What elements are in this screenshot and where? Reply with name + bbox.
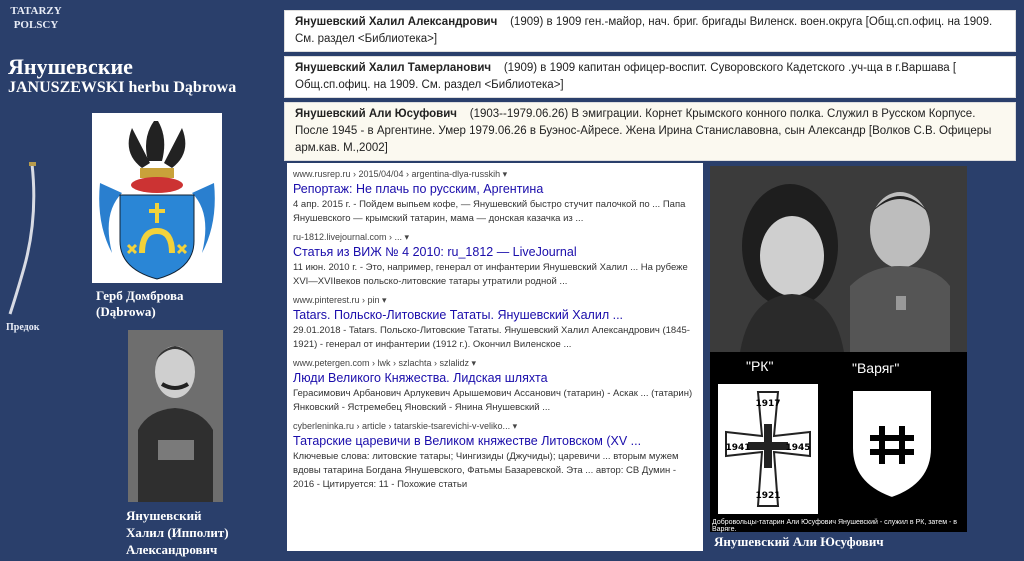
result-url[interactable]: cyberleninka.ru › article › tatarskie-ts… bbox=[293, 421, 697, 432]
varyag-shield-badge bbox=[851, 389, 933, 500]
khalil-portrait-photo bbox=[128, 330, 223, 502]
result-title-link[interactable]: Люди Великого Княжества. Лидская шляхта bbox=[293, 371, 697, 385]
search-result: cyberleninka.ru › article › tatarskie-ts… bbox=[287, 421, 703, 492]
sabre-image bbox=[8, 162, 36, 315]
search-result: www.petergen.com › lwk › szlachta › szla… bbox=[287, 358, 703, 415]
result-title-link[interactable]: Репортаж: Не плачь по русским, Аргентина bbox=[293, 182, 697, 196]
result-snippet: 29.01.2018 - Tatars. Польско-Литовские Т… bbox=[293, 325, 690, 350]
portrait-caption-line2: Халил (Ипполит) bbox=[126, 525, 229, 540]
result-snippet: 11 июн. 2010 г. - Это, например, генерал… bbox=[293, 262, 688, 287]
result-snippet: Герасимович Арбанович Арлукевич Арышемов… bbox=[293, 388, 693, 413]
rk-cross-badge: 1917 1941 1945 1921 bbox=[718, 384, 818, 514]
portrait-caption-line1: Янушевский bbox=[126, 508, 202, 523]
badges-caption: Добровольцы-татарин Али Юсуфович Янушевс… bbox=[712, 519, 957, 533]
header-line1: TATARZY bbox=[10, 5, 62, 17]
coat-of-arms-caption: Герб Домброва (Dąbrowa) bbox=[96, 288, 184, 320]
coat-caption-line2: (Dąbrowa) bbox=[96, 304, 156, 319]
khalil-portrait-caption: Янушевский Халил (Ипполит) Александрович bbox=[126, 507, 229, 558]
search-result: ru-1812.livejournal.com › ... ▾ Статья и… bbox=[287, 232, 703, 289]
note-khalil-tamerlanovich: Янушевский Халил Тамерланович (1909) в 1… bbox=[284, 56, 1016, 98]
family-title: Янушевские bbox=[8, 54, 133, 79]
cross-year-top: 1917 bbox=[755, 399, 780, 409]
result-url[interactable]: www.petergen.com › lwk › szlachta › szla… bbox=[293, 358, 697, 369]
family-subtitle: JANUSZEWSKI herbu Dąbrowa bbox=[8, 79, 237, 96]
result-title-link[interactable]: Статья из ВИЖ № 4 2010: ru_1812 — LiveJo… bbox=[293, 245, 697, 259]
result-url[interactable]: www.pinterest.ru › pin ▾ bbox=[293, 295, 697, 306]
cross-year-left: 1941 bbox=[725, 443, 750, 453]
header-line2: POLSCY bbox=[13, 19, 59, 31]
portrait-caption-line3: Александрович bbox=[126, 542, 218, 557]
result-title-link[interactable]: Tatars. Польско-Литовские Тататы. Янушев… bbox=[293, 308, 697, 322]
result-url[interactable]: ru-1812.livejournal.com › ... ▾ bbox=[293, 232, 697, 243]
couple-photo bbox=[710, 166, 967, 352]
coat-of-arms-image bbox=[92, 113, 222, 283]
badges-panel: "РК" "Варяг" 1917 1941 1945 1921 bbox=[710, 352, 967, 532]
varyag-badge-label: "Варяг" bbox=[852, 360, 900, 376]
search-result: www.pinterest.ru › pin ▾ Tatars. Польско… bbox=[287, 295, 703, 352]
search-results-panel: www.rusrep.ru › 2015/04/04 › argentina-d… bbox=[287, 163, 703, 551]
cross-year-right: 1945 bbox=[785, 443, 810, 453]
rk-badge-label: "РК" bbox=[746, 358, 774, 374]
result-snippet: Ключевые слова: литовские татары; Чингиз… bbox=[293, 451, 679, 490]
header-label: TATARZY POLSCY bbox=[6, 4, 66, 32]
coat-caption-line1: Герб Домброва bbox=[96, 288, 184, 303]
note-name: Янушевский Али Юсуфович bbox=[295, 108, 457, 120]
note-name: Янушевский Халил Александрович bbox=[295, 16, 498, 28]
note-ali-yusufovich: Янушевский Али Юсуфович (1903--1979.06.2… bbox=[284, 102, 1016, 161]
ancestor-label: Предок bbox=[6, 322, 40, 333]
note-name: Янушевский Халил Тамерланович bbox=[295, 62, 492, 74]
biography-notes: Янушевский Халил Александрович (1909) в … bbox=[284, 10, 1016, 165]
ali-caption: Янушевский Али Юсуфович bbox=[714, 534, 884, 549]
result-title-link[interactable]: Татарские царевичи в Великом княжестве Л… bbox=[293, 434, 697, 448]
cross-year-bottom: 1921 bbox=[755, 491, 780, 501]
note-khalil-alexandrovich: Янушевский Халил Александрович (1909) в … bbox=[284, 10, 1016, 52]
result-snippet: 4 апр. 2015 г. - Пойдем выпьем кофе, — Я… bbox=[293, 199, 686, 224]
result-url[interactable]: www.rusrep.ru › 2015/04/04 › argentina-d… bbox=[293, 169, 697, 180]
search-result: www.rusrep.ru › 2015/04/04 › argentina-d… bbox=[287, 169, 703, 226]
